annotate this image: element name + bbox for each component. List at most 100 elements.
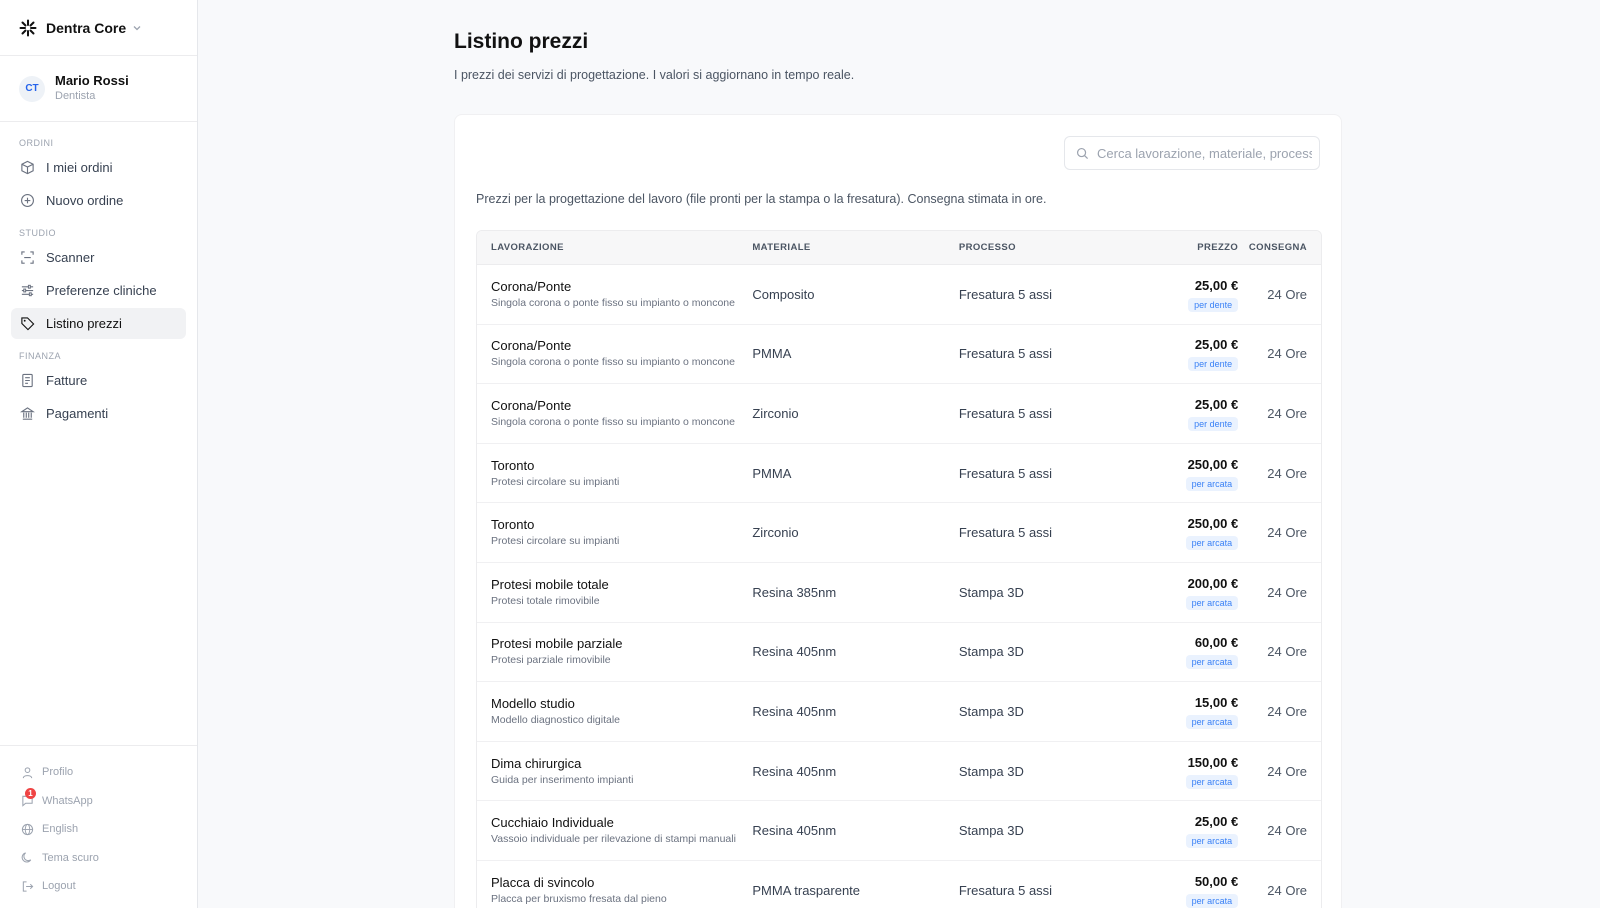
table-row[interactable]: Placca di svincolo Placca per bruxismo fr… [477,861,1321,908]
cell-materiale: Resina 405nm [752,823,837,839]
service-name: Modello studio [491,695,575,711]
cell-processo: Fresatura 5 assi [958,346,1053,362]
column-header-processo[interactable]: PROCESSO [959,242,1134,253]
service-name: Placca di svincolo [491,874,595,890]
footer-item-logout[interactable]: Logout [0,872,197,901]
table-row[interactable]: Cucchiaio Individuale Vassoio individuale… [477,801,1321,861]
price-unit-badge: per arcata [1185,714,1239,729]
cell-consegna: 24 Ore [1267,346,1308,362]
user-role: Dentista [55,90,96,102]
price-value: 25,00 € [1194,814,1239,830]
tag-icon [20,316,35,331]
cell-prezzo: 250,00 € per arcata [1133,456,1239,491]
section-label-studio: STUDIO [19,228,57,238]
footer-item-label: English [42,823,79,836]
cell-prezzo: 25,00 € per dente [1133,277,1239,312]
cell-consegna: 24 Ore [1267,823,1308,839]
price-value: 250,00 € [1187,456,1239,472]
service-description: Singola corona o ponte fisso su impianto… [491,296,735,309]
cell-consegna: 24 Ore [1267,286,1308,302]
sidebar-item-label: Preferenze cliniche [46,283,157,298]
table-row[interactable]: Dima chirurgica Guida per inserimento imp… [477,742,1321,802]
price-unit-badge: per arcata [1185,893,1239,908]
column-header-lavorazione[interactable]: LAVORAZIONE [477,242,752,253]
sidebar-item-i-miei-ordini[interactable]: I miei ordini [11,152,186,183]
cell-processo: Fresatura 5 assi [958,465,1053,481]
table-row[interactable]: Corona/Ponte Singola corona o ponte fisso… [477,325,1321,385]
sidebar-item-preferenze-cliniche[interactable]: Preferenze cliniche [11,275,186,306]
price-value: 15,00 € [1194,694,1239,710]
cell-materiale: Composito [752,286,815,302]
service-description: Protesi parziale rimovibile [491,654,611,667]
sidebar-footer: Profilo 1 WhatsApp English Tema scuro Lo… [0,745,197,908]
main-content: Listino prezzi I prezzi dei servizi di p… [198,0,1600,908]
cell-materiale: PMMA trasparente [752,882,861,898]
cell-consegna: 24 Ore [1267,882,1308,898]
table-row[interactable]: Protesi mobile totale Protesi totale rimo… [477,563,1321,623]
price-unit-badge: per arcata [1185,536,1239,551]
brand-switcher[interactable]: Dentra Core [0,0,197,56]
cell-consegna: 24 Ore [1267,703,1308,719]
cell-prezzo: 150,00 € per arcata [1133,754,1239,789]
price-unit-badge: per arcata [1185,595,1239,610]
table-row[interactable]: Modello studio Modello diagnostico digita… [477,682,1321,742]
sidebar-item-label: I miei ordini [46,160,113,175]
column-header-consegna[interactable]: CONSEGNA [1238,242,1321,253]
sidebar-item-pagamenti[interactable]: Pagamenti [11,398,186,429]
cell-materiale: PMMA [752,346,792,362]
sidebar-item-label: Pagamenti [46,406,109,421]
price-unit-badge: per arcata [1185,655,1239,670]
service-description: Protesi circolare su impianti [491,535,620,548]
logo-icon [19,19,37,37]
cell-materiale: Zirconio [752,525,799,541]
service-name: Toronto [491,457,535,473]
table-row[interactable]: Toronto Protesi circolare su impianti PMMA… [477,444,1321,504]
cell-materiale: Resina 405nm [752,644,837,660]
price-table: LAVORAZIONE MATERIALE PROCESSO PREZZO CO… [476,230,1322,908]
cell-materiale: Resina 405nm [752,763,837,779]
moon-icon [21,851,34,864]
cell-prezzo: 250,00 € per arcata [1133,515,1239,551]
cell-lavorazione: Corona/Ponte Singola corona o ponte fisso… [477,337,752,370]
footer-item-tema-scuro[interactable]: Tema scuro [0,844,197,873]
globe-icon [21,823,34,836]
footer-item-whatsapp[interactable]: 1 WhatsApp [0,787,197,816]
table-row[interactable]: Protesi mobile parziale Protesi parziale … [477,623,1321,683]
sidebar: Dentra Core CT Mario Rossi Dentista ORDI… [0,0,198,908]
table-row[interactable]: Corona/Ponte Singola corona o ponte fisso… [477,265,1321,325]
sidebar-item-scanner[interactable]: Scanner [11,242,186,273]
service-name: Toronto [491,517,535,533]
footer-item-label: Logout [42,880,76,893]
logout-icon [21,880,34,893]
box-icon [20,160,35,175]
search-box[interactable] [1064,136,1320,170]
sidebar-item-listino-prezzi[interactable]: Listino prezzi [11,308,186,339]
cell-processo: Stampa 3D [958,823,1024,839]
sidebar-item-label: Listino prezzi [46,316,122,331]
price-value: 60,00 € [1194,635,1239,651]
sidebar-item-nuovo-ordine[interactable]: Nuovo ordine [11,185,186,216]
user-icon [21,766,34,779]
footer-item-profilo[interactable]: Profilo [0,758,197,787]
cell-consegna: 24 Ore [1267,525,1308,541]
column-header-prezzo[interactable]: PREZZO [1133,242,1238,253]
cell-consegna: 24 Ore [1267,465,1308,481]
user-card[interactable]: CT Mario Rossi Dentista [0,56,197,122]
sliders-icon [20,283,35,298]
cell-lavorazione: Corona/Ponte Singola corona o ponte fisso… [477,397,752,430]
search-input[interactable] [1097,145,1312,161]
table-row[interactable]: Corona/Ponte Singola corona o ponte fisso… [477,384,1321,444]
cell-processo: Stampa 3D [958,644,1024,660]
footer-item-english[interactable]: English [0,815,197,844]
service-name: Corona/Ponte [491,397,572,413]
sidebar-item-label: Nuovo ordine [46,193,124,208]
table-row[interactable]: Toronto Protesi circolare su impianti Zirc… [477,503,1321,563]
cell-prezzo: 25,00 € per arcata [1133,813,1239,849]
price-value: 150,00 € [1187,754,1239,770]
sidebar-item-fatture[interactable]: Fatture [11,365,186,396]
cell-consegna: 24 Ore [1267,584,1308,600]
column-header-materiale[interactable]: MATERIALE [752,242,959,253]
cell-processo: Stampa 3D [958,763,1024,779]
service-name: Corona/Ponte [491,278,572,294]
cell-prezzo: 60,00 € per arcata [1133,634,1239,670]
